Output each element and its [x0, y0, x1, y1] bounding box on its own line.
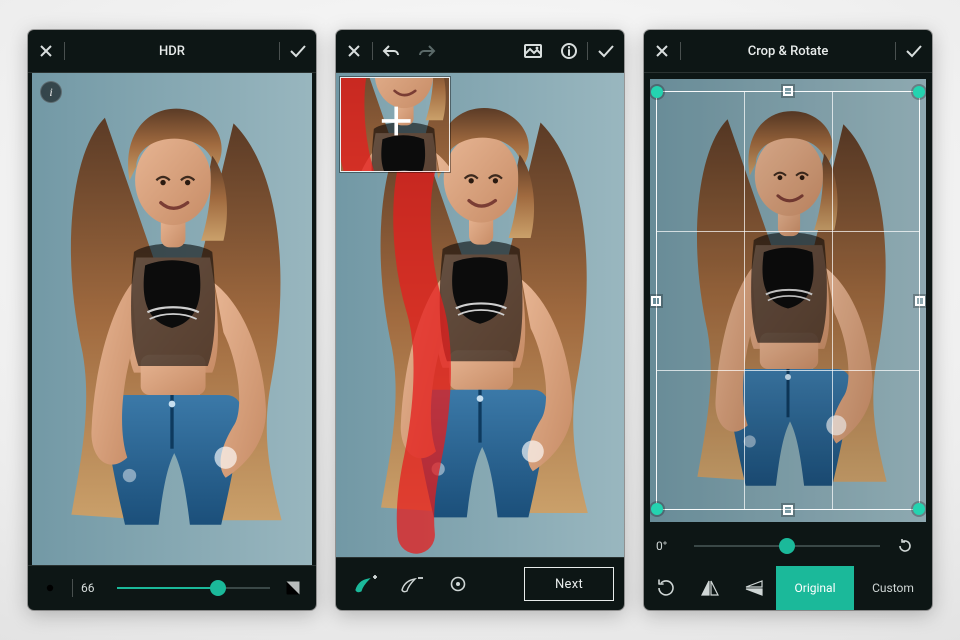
undo-button[interactable] — [373, 30, 409, 72]
close-button[interactable] — [28, 30, 64, 72]
crop-handle-right[interactable] — [915, 296, 925, 306]
crop-handle-bl[interactable] — [651, 503, 663, 515]
brush-size-tool[interactable] — [438, 566, 478, 602]
apply-button[interactable] — [896, 30, 932, 72]
rotate-button[interactable] — [644, 566, 688, 610]
brush-remove-tool[interactable] — [392, 566, 432, 602]
image-canvas[interactable] — [336, 73, 624, 557]
crosshair-icon — [387, 103, 403, 146]
topbar: Crop & Rotate — [644, 30, 932, 72]
phone-heal: Next — [336, 30, 624, 610]
brightness-slider[interactable] — [117, 578, 270, 598]
topbar — [336, 30, 624, 72]
zoom-preview — [340, 77, 450, 172]
crop-handle-tl[interactable] — [651, 86, 663, 98]
angle-row: 0° — [644, 526, 932, 566]
reset-angle-button[interactable] — [890, 531, 920, 561]
close-button[interactable] — [336, 30, 372, 72]
apply-button[interactable] — [588, 30, 624, 72]
crop-frame[interactable] — [656, 91, 920, 510]
aspect-original-tab[interactable]: Original — [776, 566, 854, 610]
brightness-value: 66 — [81, 581, 109, 595]
next-label: Next — [555, 577, 583, 592]
close-button[interactable] — [644, 30, 680, 72]
phone-hdr: HDR i 66 — [28, 30, 316, 610]
crop-handle-left[interactable] — [651, 296, 661, 306]
info-icon[interactable] — [551, 30, 587, 72]
flip-horizontal-button[interactable] — [688, 566, 732, 610]
invert-icon[interactable] — [278, 567, 308, 609]
screen-title: Crop & Rotate — [681, 44, 895, 59]
aspect-custom-tab[interactable]: Custom — [854, 566, 932, 610]
crop-tab-row: Original Custom — [644, 566, 932, 610]
divider — [72, 579, 73, 597]
brightness-icon — [36, 567, 64, 609]
angle-value: 0° — [656, 539, 684, 553]
topbar: HDR — [28, 30, 316, 72]
crop-handle-bottom[interactable] — [783, 505, 793, 515]
info-icon[interactable]: i — [40, 81, 62, 103]
crop-handle-top[interactable] — [783, 86, 793, 96]
brightness-row: 66 — [28, 566, 316, 610]
compare-image-icon[interactable] — [515, 30, 551, 72]
tab-label: Custom — [872, 581, 914, 595]
tab-label: Original — [795, 581, 836, 595]
phone-crop: Crop & Rotate 0° — [644, 30, 932, 610]
separator — [644, 72, 932, 73]
screen-title: HDR — [65, 44, 279, 59]
brush-add-tool[interactable] — [346, 566, 386, 602]
angle-slider[interactable] — [694, 536, 880, 556]
crop-handle-br[interactable] — [913, 503, 925, 515]
next-button[interactable]: Next — [524, 567, 614, 601]
crop-handle-tr[interactable] — [913, 86, 925, 98]
tool-row: Next — [336, 558, 624, 610]
image-canvas[interactable] — [650, 79, 926, 522]
redo-button[interactable] — [409, 30, 445, 72]
image-canvas[interactable]: i — [32, 73, 312, 565]
apply-button[interactable] — [280, 30, 316, 72]
flip-vertical-button[interactable] — [732, 566, 776, 610]
edited-photo — [32, 73, 312, 565]
